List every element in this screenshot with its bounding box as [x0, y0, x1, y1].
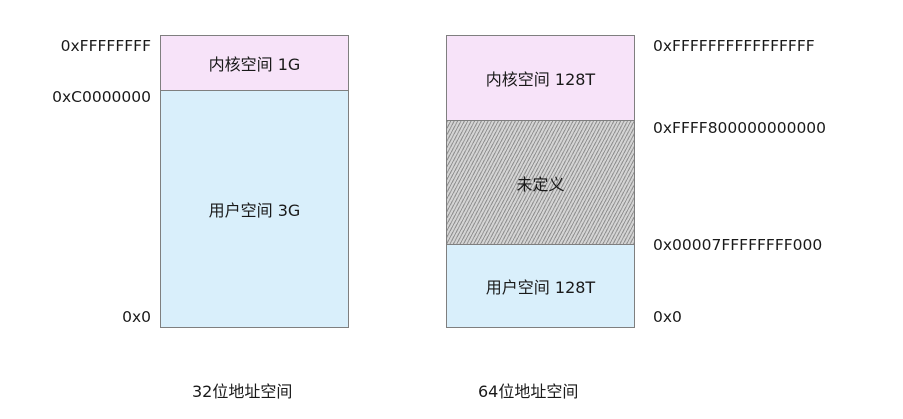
addr-64-user-end: 0x00007FFFFFFFF000 — [653, 236, 823, 254]
addr-32-bottom: 0x0 — [122, 308, 151, 326]
user-space-64-label: 用户空间 128T — [485, 278, 596, 297]
addr-64-top: 0xFFFFFFFFFFFFFFFF — [653, 37, 815, 55]
kernel-space-64-label: 内核空间 128T — [485, 70, 596, 89]
caption-64bit: 64位地址空间 — [478, 382, 579, 401]
user-space-32: 用户空间 3G — [160, 90, 349, 328]
user-space-32-label: 用户空间 3G — [208, 201, 301, 220]
undefined-space-64-label: 未定义 — [516, 174, 565, 194]
user-space-64: 用户空间 128T — [446, 244, 635, 328]
kernel-space-64: 内核空间 128T — [446, 35, 635, 121]
undefined-space-64: 未定义 — [446, 120, 635, 245]
addr-32-split: 0xC0000000 — [52, 88, 151, 106]
kernel-space-32-label: 内核空间 1G — [208, 55, 301, 74]
addr-64-kernel-start: 0xFFFF800000000000 — [653, 119, 827, 137]
addr-32-top: 0xFFFFFFFF — [60, 37, 151, 55]
kernel-space-32: 内核空间 1G — [160, 35, 349, 91]
caption-32bit: 32位地址空间 — [192, 382, 293, 401]
addr-64-bottom: 0x0 — [653, 308, 682, 326]
